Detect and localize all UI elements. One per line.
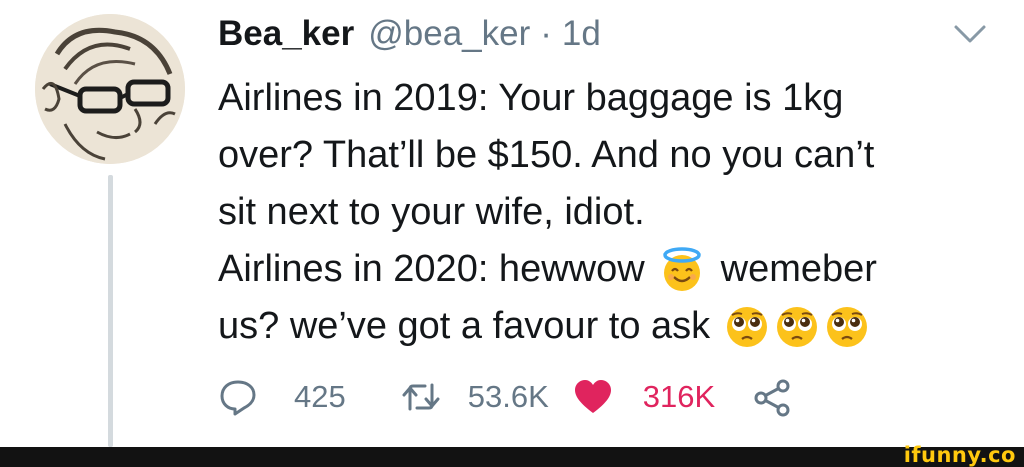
avatar[interactable] (35, 14, 185, 164)
retweet-button[interactable]: 53.6K (401, 377, 549, 417)
pleading-face-icon (727, 306, 768, 347)
chevron-down-icon[interactable] (952, 22, 988, 46)
ifunny-watermark: ifunny.co (903, 443, 1016, 467)
tweet-text-line: sit next to your wife, idiot. (218, 191, 645, 233)
pleading-face-icon (777, 306, 818, 347)
heart-icon (574, 380, 611, 413)
tweet-line: sit next to your wife, idiot. (218, 184, 1008, 241)
smiling-face-with-halo-icon (662, 246, 701, 291)
tweet-text-line: Airlines in 2020: hewwow (218, 248, 645, 290)
tweet-header: Bea_ker @bea_ker · 1d (218, 14, 601, 58)
avatar-illustration (35, 14, 185, 164)
reply-button[interactable]: 425 (218, 377, 346, 417)
pleading-face-icon (827, 306, 868, 347)
display-name[interactable]: Bea_ker (218, 14, 354, 54)
tweet-text-line: Airlines in 2019: Your baggage is 1kg (218, 77, 844, 119)
separator-dot: · (540, 14, 552, 53)
timestamp[interactable]: 1d (562, 14, 601, 54)
tweet-line: us? we’ve got a favour to ask (218, 298, 1008, 355)
thread-line (108, 175, 113, 447)
tweet-line: Airlines in 2019: Your baggage is 1kg (218, 70, 1008, 127)
tweet-line: Airlines in 2020: hewwow wemeber (218, 241, 1008, 298)
tweet-text-line: over? That’ll be $150. And no you can’t (218, 134, 875, 176)
retweet-icon (402, 383, 440, 411)
share-icon (754, 379, 790, 417)
watermark-bar: ifunny.co (0, 443, 1024, 467)
user-handle[interactable]: @bea_ker (368, 14, 530, 54)
reply-count: 425 (294, 379, 346, 414)
reply-icon (220, 380, 256, 416)
tweet-text: Airlines in 2019: Your baggage is 1kg ov… (218, 70, 1008, 355)
share-button[interactable] (753, 377, 793, 417)
retweet-count: 53.6K (467, 379, 549, 414)
like-count: 316K (642, 379, 716, 414)
tweet-actions: 425 53.6K 316K (218, 372, 793, 422)
tweet-text-line: wemeber (720, 248, 877, 290)
tweet-line: over? That’ll be $150. And no you can’t (218, 127, 1008, 184)
tweet-text-line: us? we’ve got a favour to ask (218, 305, 711, 347)
like-button[interactable]: 316K (573, 377, 715, 417)
